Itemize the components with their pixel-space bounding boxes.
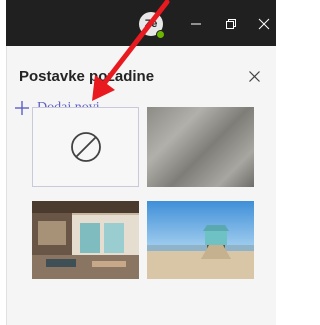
- beach-background-option[interactable]: [147, 201, 254, 279]
- no-background-icon: [70, 132, 101, 162]
- beach-image: [147, 201, 254, 279]
- minimize-icon: [191, 23, 201, 25]
- panel-title: Postavke pozadine: [19, 68, 155, 85]
- maximize-icon: [226, 19, 236, 29]
- maximize-button[interactable]: [221, 14, 241, 34]
- panel-close-button[interactable]: [245, 67, 263, 85]
- close-icon: [248, 70, 260, 82]
- blur-background-option[interactable]: [147, 107, 254, 187]
- minimize-button[interactable]: [186, 14, 206, 34]
- office-image: [32, 201, 139, 279]
- close-icon: [258, 18, 270, 30]
- plus-icon: [15, 101, 29, 115]
- window-close-button[interactable]: [254, 14, 274, 34]
- presence-status-icon: [156, 30, 165, 39]
- no-background-option[interactable]: [32, 107, 139, 187]
- office-background-option[interactable]: [32, 201, 139, 279]
- title-bar: Ze: [6, 0, 276, 46]
